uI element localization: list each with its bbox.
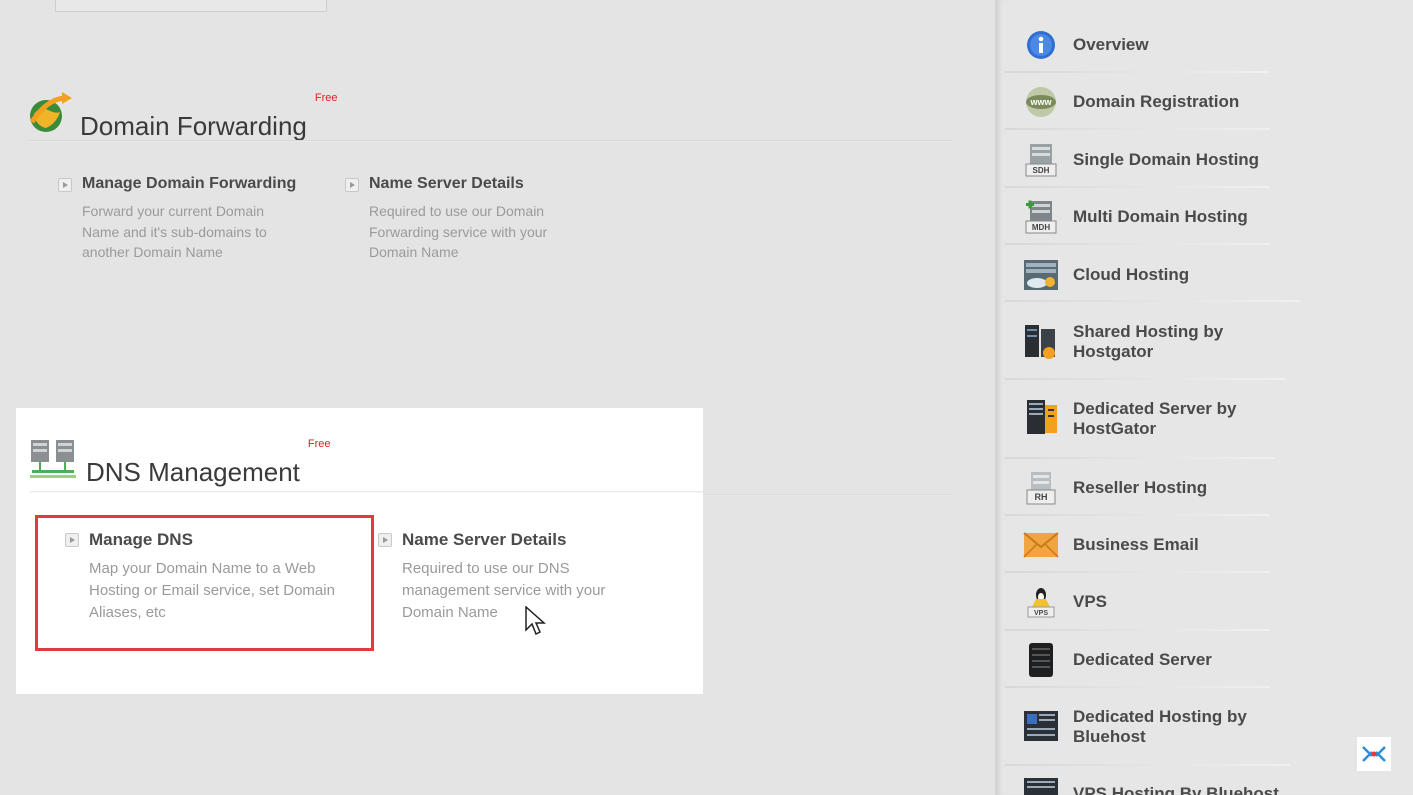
sidebar-item-label: Single Domain Hosting	[1073, 150, 1260, 169]
sidebar-divider	[1005, 378, 1285, 380]
link-description: Required to use our DNS management servi…	[402, 560, 606, 621]
dns-servers-icon	[30, 438, 76, 485]
sidebar-divider	[1005, 571, 1270, 573]
sidebar-item-label: VPS	[1073, 592, 1108, 611]
sidebar-item-label: Cloud Hosting	[1073, 265, 1190, 284]
info-icon	[1023, 27, 1059, 63]
sidebar-item-label: Dedicated Server by HostGator	[1073, 399, 1237, 438]
dns-management-header: DNS Management Free	[30, 438, 331, 485]
svg-text:MDH: MDH	[1032, 223, 1050, 232]
sdh-server-icon: SDH	[1023, 142, 1059, 178]
link-title[interactable]: Name Server Details	[402, 530, 566, 550]
bluehost-vps-icon	[1023, 776, 1059, 795]
sidebar-item-vps[interactable]: VPS VPS	[1005, 584, 1295, 620]
arrow-right-icon	[58, 178, 72, 192]
sidebar-divider	[1005, 629, 1270, 631]
sidebar-divider	[1005, 186, 1270, 188]
link-description: Required to use our Domain Forwarding se…	[369, 203, 548, 260]
sidebar-divider	[1005, 686, 1270, 688]
sidebar-item-business-email[interactable]: Business Email	[1005, 527, 1295, 563]
domain-forwarding-icon	[26, 92, 72, 139]
sidebar-item-label: Overview	[1073, 35, 1149, 54]
svg-text:SDH: SDH	[1033, 166, 1050, 175]
sidebar-item-label: Domain Registration	[1073, 92, 1240, 111]
sidebar-item-cloud-hosting[interactable]: Cloud Hosting	[1005, 256, 1295, 294]
cloud-hosting-icon	[1023, 257, 1059, 293]
domain-forwarding-title: Domain Forwarding	[80, 111, 307, 141]
svg-text:VPS: VPS	[1034, 610, 1048, 617]
svg-text:RH: RH	[1035, 492, 1048, 502]
sidebar-item-overview[interactable]: Overview	[1005, 28, 1295, 62]
sidebar-item-single-domain-hosting[interactable]: SDH Single Domain Hosting	[1005, 141, 1295, 179]
sidebar-item-domain-registration[interactable]: www Domain Registration	[1005, 84, 1295, 120]
mdh-server-icon: MDH	[1023, 199, 1059, 235]
mouse-cursor-icon	[525, 605, 547, 641]
link-description: Forward your current Domain Name and it'…	[82, 203, 267, 260]
domain-forwarding-header: Domain Forwarding Free	[26, 92, 338, 139]
www-globe-icon: www	[1023, 84, 1059, 120]
link-title[interactable]: Name Server Details	[369, 175, 524, 193]
rh-server-icon: RH	[1023, 470, 1059, 506]
sidebar-item-multi-domain-hosting[interactable]: MDH Multi Domain Hosting	[1005, 198, 1295, 236]
sidebar-item-label: Business Email	[1073, 535, 1199, 554]
hostgator-rack-icon	[1023, 400, 1059, 437]
sidebar-divider	[1005, 128, 1270, 130]
top-input-box	[55, 0, 327, 12]
sidebar-divider	[1005, 300, 1300, 302]
arrow-right-icon	[345, 178, 359, 192]
dns-management-title: DNS Management	[86, 457, 300, 487]
server-tower-icon	[1023, 642, 1059, 678]
bluehost-server-icon	[1023, 709, 1059, 745]
svg-text:www: www	[1029, 97, 1052, 107]
sidebar-item-label: Shared Hosting by Hostgator	[1073, 322, 1224, 361]
section-divider	[26, 140, 953, 142]
sidebar-item-label: Multi Domain Hosting	[1073, 207, 1248, 226]
sidebar-item-dedicated-server-hostgator[interactable]: Dedicated Server by HostGator	[1005, 396, 1295, 442]
watermark-logo-icon	[1357, 737, 1391, 771]
free-badge: Free	[307, 438, 331, 450]
sidebar-item-reseller-hosting[interactable]: RH Reseller Hosting	[1005, 469, 1295, 507]
link-title[interactable]: Manage Domain Forwarding	[82, 175, 296, 193]
section-divider	[30, 491, 703, 493]
manage-dns-highlight-box	[35, 515, 374, 651]
sidebar-item-label: Dedicated Server	[1073, 650, 1212, 669]
sidebar-divider	[1005, 243, 1270, 245]
sidebar-item-label: Dedicated Hosting by Bluehost	[1073, 707, 1247, 746]
sidebar-item-shared-hosting-hostgator[interactable]: Shared Hosting by Hostgator	[1005, 320, 1295, 364]
arrow-right-icon	[378, 533, 392, 547]
section-divider	[703, 494, 953, 496]
sidebar-divider	[1005, 457, 1275, 459]
sidebar-item-label: Reseller Hosting	[1073, 478, 1208, 497]
sidebar-item-label: VPS Hosting By Bluehost	[1073, 784, 1279, 795]
sidebar-item-dedicated-server[interactable]: Dedicated Server	[1005, 641, 1295, 679]
sidebar-item-dedicated-hosting-bluehost[interactable]: Dedicated Hosting by Bluehost	[1005, 704, 1295, 750]
sidebar-divider	[1005, 71, 1270, 73]
sidebar-divider	[1005, 764, 1290, 766]
vps-linux-icon: VPS	[1023, 584, 1059, 620]
envelope-icon	[1023, 527, 1059, 563]
sidebar-item-vps-hosting-bluehost[interactable]: VPS Hosting By Bluehost	[1005, 776, 1295, 795]
sidebar-divider	[1005, 514, 1270, 516]
hostgator-server-icon	[1023, 324, 1059, 360]
free-badge: Free	[314, 92, 338, 104]
